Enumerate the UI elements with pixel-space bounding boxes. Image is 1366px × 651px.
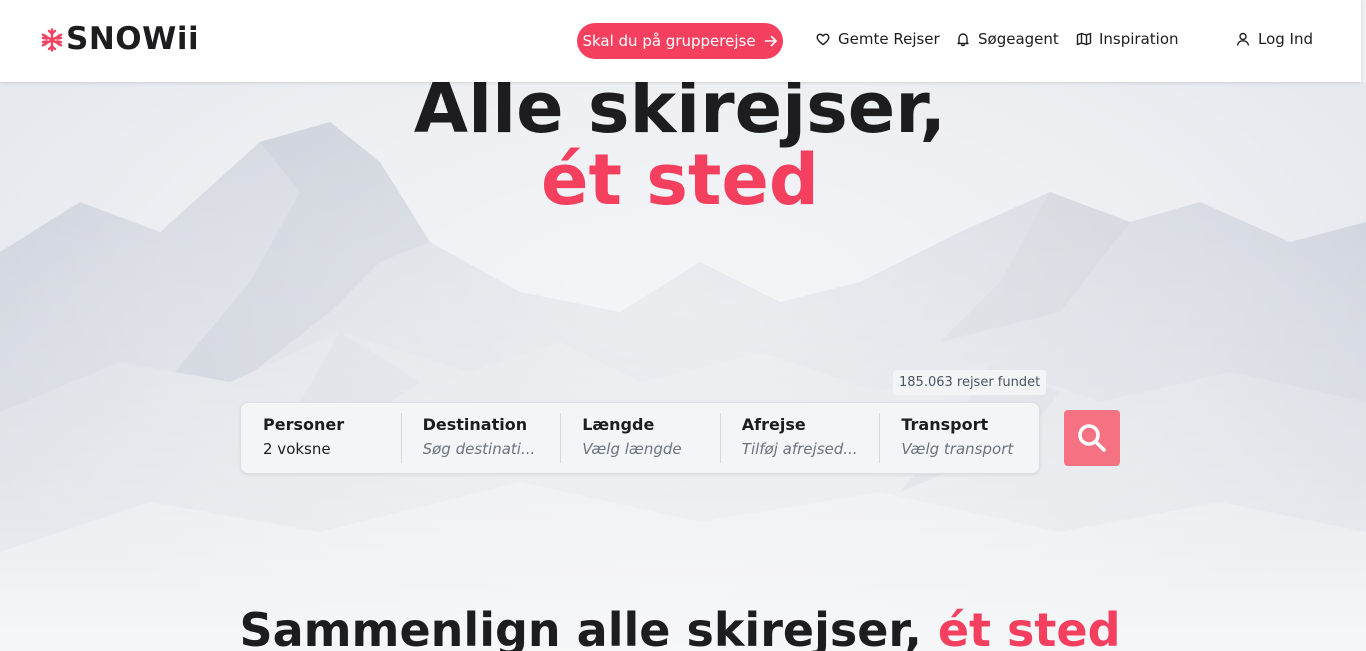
nav-inspiration-label: Inspiration	[1099, 30, 1179, 48]
field-departure-label: Afrejse	[741, 415, 806, 434]
nav-search-agent[interactable]: Søgeagent	[955, 30, 1059, 48]
field-length[interactable]: Længde Vælg længde	[560, 403, 720, 473]
nav-inspiration[interactable]: Inspiration	[1076, 30, 1179, 48]
search-button[interactable]	[1064, 410, 1120, 466]
bell-icon	[957, 33, 969, 47]
arrow-right-icon	[764, 35, 777, 47]
field-destination[interactable]: Destination Søg destinati...	[400, 403, 561, 473]
field-length-value: Vælg længde	[582, 440, 682, 458]
brand-name: SNOWii	[66, 21, 200, 57]
user-icon	[1236, 32, 1250, 46]
search-bar: Personer 2 voksne Destination Søg destin…	[240, 402, 1040, 474]
search-icon	[1078, 424, 1106, 452]
section-title: Sammenlign alle skirejser, ét sted	[0, 602, 1360, 651]
field-persons-label: Personer	[263, 415, 345, 434]
field-destination-value: Søg destinati...	[422, 440, 536, 458]
nav-saved-trips[interactable]: Gemte Rejser	[815, 30, 940, 48]
heart-icon	[816, 33, 830, 46]
site-header: SNOWii Skal du på grupperejse Gemte Rejs…	[0, 0, 1361, 82]
field-length-label: Længde	[582, 415, 655, 434]
nav-search-agent-label: Søgeagent	[978, 30, 1059, 48]
field-persons[interactable]: Personer 2 voksne	[241, 403, 401, 473]
field-transport[interactable]: Transport Vælg transport	[879, 403, 1039, 473]
field-destination-label: Destination	[422, 415, 528, 434]
section-title-text: Sammenlign alle skirejser,	[239, 603, 922, 651]
map-icon	[1076, 32, 1092, 46]
snowii-logo[interactable]: SNOWii	[40, 24, 199, 55]
results-count-badge: 185.063 rejser fundet	[893, 370, 1047, 395]
field-persons-value: 2 voksne	[263, 440, 331, 458]
nav-saved-trips-label: Gemte Rejser	[838, 30, 940, 48]
field-transport-value: Vælg transport	[901, 440, 1014, 458]
group-trip-button[interactable]: Skal du på grupperejse	[577, 23, 783, 59]
group-trip-label: Skal du på grupperejse	[582, 32, 756, 50]
nav-login[interactable]: Log Ind	[1235, 30, 1313, 48]
section-title-accent: ét sted	[937, 603, 1121, 651]
snowflake-icon	[41, 27, 63, 52]
field-departure-value: Tilføj afrejsed...	[741, 440, 858, 458]
nav-login-label: Log Ind	[1258, 30, 1314, 48]
field-transport-label: Transport	[901, 415, 989, 434]
hero-content: 185.063 rejser fundet Personer 2 voksne …	[0, 82, 1366, 651]
field-departure[interactable]: Afrejse Tilføj afrejsed...	[719, 403, 880, 473]
